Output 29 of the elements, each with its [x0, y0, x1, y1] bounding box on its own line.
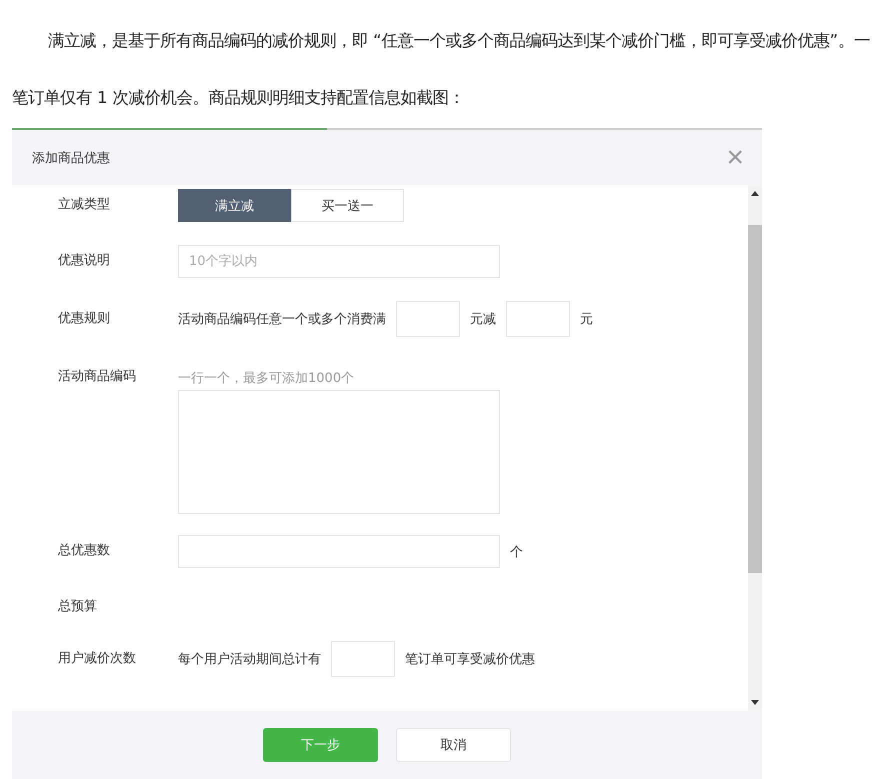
field-label: 优惠规则 — [58, 310, 111, 328]
rule-text: 每个用户活动期间总计有 — [178, 651, 321, 668]
input-field[interactable] — [506, 301, 570, 337]
scroll-thumb[interactable] — [748, 225, 762, 573]
rule-text: 元减 — [470, 311, 496, 328]
unit-text: 个 — [510, 544, 523, 560]
field-label: 总优惠数 — [58, 542, 111, 560]
field-label: 优惠说明 — [58, 252, 111, 270]
input-field[interactable] — [178, 535, 500, 568]
field-label: 立减类型 — [58, 196, 111, 214]
field-label: 总预算 — [58, 598, 98, 616]
type-tab[interactable]: 满立减 — [178, 189, 291, 222]
dialog-title: 添加商品优惠 — [32, 150, 110, 166]
code-textarea[interactable] — [178, 390, 500, 514]
field-label: 活动商品编码 — [58, 368, 137, 386]
type-tab[interactable]: 买一送一 — [291, 189, 404, 222]
field-label: 用户减价次数 — [58, 650, 137, 668]
cancel-button[interactable]: 取消 — [396, 728, 511, 762]
hint-text: 一行一个，最多可添加1000个 — [178, 370, 356, 387]
input-field[interactable]: 10个字以内 — [178, 245, 500, 278]
scrollbar[interactable] — [748, 185, 762, 711]
intro-paragraph: 满立减，是基于所有商品编码的减价规则，即 “任意一个或多个商品编码达到某个减价门槛，即可享受减价优惠”。一笔订单仅有 1 次减价机会。商品规则明细支持配置信息如截图： — [11, 30, 872, 109]
rule-text: 活动商品编码任意一个或多个消费满 — [178, 311, 386, 328]
input-field[interactable] — [396, 301, 460, 337]
rule-text: 元 — [580, 311, 593, 328]
scroll-up-icon[interactable] — [751, 191, 759, 196]
input-field[interactable] — [331, 641, 395, 677]
rule-text: 笔订单可享受减价优惠 — [405, 651, 535, 668]
scroll-down-icon[interactable] — [751, 700, 759, 705]
